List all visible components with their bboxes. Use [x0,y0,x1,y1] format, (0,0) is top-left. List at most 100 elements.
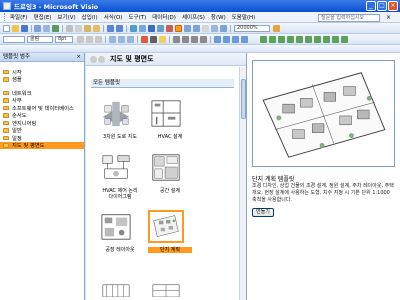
preview-icon[interactable] [43,25,50,32]
menu-tools[interactable]: 도구(T) [128,13,146,21]
menu-window[interactable]: 창(W) [211,13,226,21]
rotate-icon[interactable] [232,36,239,43]
format-painter-icon[interactable] [93,25,100,32]
help-search-input[interactable]: 질문을 입력하십시오 [318,14,380,22]
ruler-icon[interactable] [323,36,330,43]
pane-close-icon[interactable]: × [76,53,81,62]
font-color-icon[interactable] [141,36,148,43]
undo-icon[interactable] [107,25,114,32]
help-icon[interactable] [273,25,280,32]
menu-help[interactable]: 도움말(H) [232,13,256,21]
ellipse-icon[interactable] [193,25,200,32]
help-close-icon[interactable]: × [386,14,391,21]
cut-icon[interactable] [66,25,73,32]
stamp-icon[interactable] [211,25,218,32]
italic-icon[interactable] [86,36,93,43]
grid-icon[interactable] [314,36,321,43]
menu-view[interactable]: 보기(V) [57,13,75,21]
line-pattern-icon[interactable] [182,36,189,43]
category-label: 샘플 [12,77,22,84]
template-tile-site-plan[interactable]: 단지 계획 [148,210,192,253]
category-label: 지도 및 평면도 [12,143,45,150]
template-tile-plant-layout[interactable]: 공장 레이아웃 [98,210,142,253]
bring-front-icon[interactable] [214,36,221,43]
line-color-icon[interactable] [150,36,157,43]
layer-icon[interactable] [260,36,267,43]
tile-label: 공간 설계 [160,188,180,194]
snap-icon[interactable] [305,36,312,43]
site-plan-icon [148,210,184,243]
gallery-scrollbar[interactable] [239,67,246,300]
menu-grip [4,13,7,21]
folder-icon [3,69,9,74]
shadow-icon[interactable] [200,36,207,43]
connection-points-icon[interactable] [341,36,348,43]
menu-data[interactable]: 데이터(D) [152,13,176,21]
align-shapes-icon[interactable] [287,36,294,43]
distribute-icon[interactable] [296,36,303,43]
ungroup-icon[interactable] [278,36,285,43]
line-tool-icon[interactable] [175,25,182,32]
font-select[interactable]: 굴림 [27,36,53,43]
zoom-select[interactable]: 20000% [234,25,270,32]
spelling-icon[interactable] [52,25,59,32]
style-select[interactable] [3,36,25,43]
template-tile-hvac-design[interactable]: HVAC 설계 [148,97,192,140]
send-back-icon[interactable] [223,36,230,43]
pointer-icon[interactable] [148,25,155,32]
line-ends-icon[interactable] [191,36,198,43]
line-weight-icon[interactable] [173,36,180,43]
category-samples[interactable]: 샘플 [0,76,84,84]
gallery-title: 지도 및 평면도 [110,55,154,63]
template-tile-hvac-control[interactable]: HVAC 제어 논리 다이어그램 [98,151,142,200]
template-tile-partial[interactable] [148,265,192,300]
connector-icon[interactable] [157,25,164,32]
category-maps-floorplans[interactable]: 지도 및 평면도 [0,141,84,150]
pencil-icon[interactable] [202,25,209,32]
menu-format[interactable]: 서식(O) [104,13,123,21]
redo-icon[interactable] [116,25,123,32]
crop-icon[interactable] [220,25,227,32]
menu-insert[interactable]: 삽입(I) [82,13,98,21]
open-icon[interactable] [12,25,19,32]
flip-icon[interactable] [241,36,248,43]
hyperlink-icon[interactable] [130,25,137,32]
template-gallery: 지도 및 평면도 모든 템플릿 3차원 도로 지도 HVAC 설계 HVAC 제… [86,53,246,300]
tile-label: HVAC 설계 [157,134,183,140]
close-button[interactable]: × [388,1,398,11]
copy-icon[interactable] [75,25,82,32]
guides-icon[interactable] [332,36,339,43]
maximize-button[interactable]: □ [377,1,387,11]
separator [126,25,127,32]
align-center-icon[interactable] [118,36,125,43]
align-left-icon[interactable] [109,36,116,43]
text-tool-icon[interactable] [166,25,173,32]
rectangle-icon[interactable] [184,25,191,32]
shapes-icon[interactable] [139,25,146,32]
template-tile-3d-road-map[interactable]: 3차원 도로 지도 [98,97,142,140]
tile-label: 공장 레이아웃 [105,247,135,253]
minimize-button[interactable]: _ [366,1,376,11]
save-icon[interactable] [21,25,28,32]
template-description: 조경 디자인, 상업 건물의 조경 설계, 정원 설계, 주차 레이아웃, 주택… [252,183,394,203]
bold-icon[interactable] [77,36,84,43]
template-categories-pane: 템플릿 범주 × 시작 샘플 네트워크 사무 소프트웨어 및 데이터베이스 순서… [0,53,85,300]
align-right-icon[interactable] [127,36,134,43]
underline-icon[interactable] [95,36,102,43]
forward-icon[interactable] [98,56,105,63]
print-icon[interactable] [34,25,41,32]
standard-toolbar: 20000% [0,23,400,34]
create-button[interactable]: 만들기 [252,208,274,217]
back-icon[interactable] [90,56,97,63]
paste-icon[interactable] [84,25,91,32]
group-icon[interactable] [269,36,276,43]
menu-file[interactable]: 파일(F) [10,13,28,21]
menu-shape[interactable]: 셰이프(S) [182,13,205,21]
toolbar-strip [0,45,400,53]
menu-edit[interactable]: 편집(E) [34,13,52,21]
template-tile-space-plan[interactable]: 공간 설계 [148,151,192,194]
template-tile-partial[interactable] [98,265,142,300]
fill-color-icon[interactable] [159,36,166,43]
font-size-select[interactable]: 8pt [55,36,73,43]
new-icon[interactable] [3,25,10,32]
